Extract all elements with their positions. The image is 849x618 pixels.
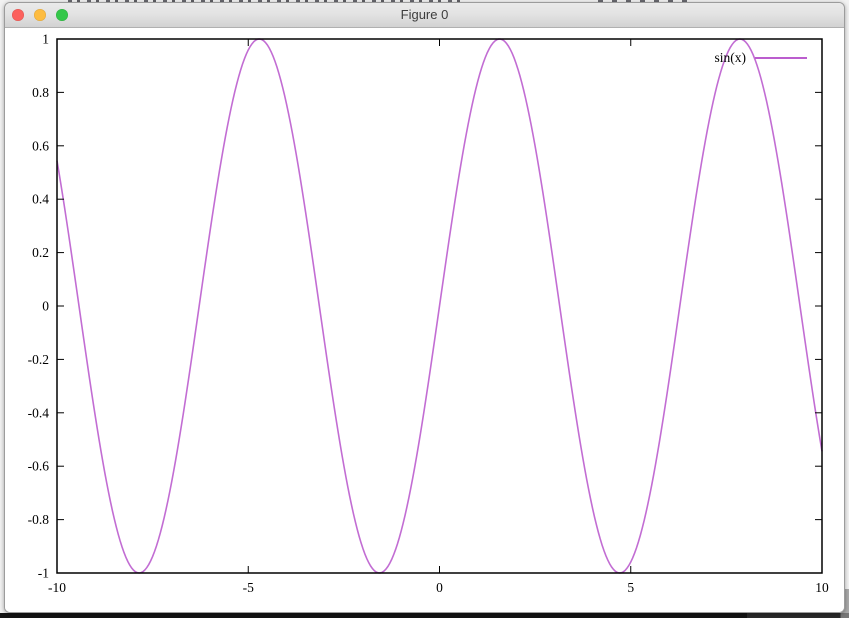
y-tick-label: -1: [38, 566, 49, 581]
y-tick-label: 0.6: [32, 138, 49, 153]
y-tick-label: 1: [42, 32, 49, 47]
legend-label: sin(x): [715, 50, 747, 66]
y-tick-label: 0.8: [32, 85, 49, 100]
series-curve: [57, 39, 822, 573]
y-tick-label: 0: [42, 299, 49, 314]
x-tick-label: 5: [627, 580, 634, 595]
y-tick-label: -0.2: [28, 352, 49, 367]
window-title: Figure 0: [5, 3, 844, 27]
y-tick-label: -0.6: [28, 459, 50, 474]
x-tick-label: 10: [815, 580, 829, 595]
legend-line-sample: [755, 57, 807, 59]
y-tick-label: 0.4: [32, 192, 49, 207]
y-tick-label: -0.8: [28, 512, 50, 527]
plot-svg: -10 -5 0 5 10 -1 -0.8 -0.6 -0.4 -0.2 0 0.2 0.4 0.6 0.8…: [5, 28, 844, 613]
x-tick-label: -5: [243, 580, 254, 595]
figure-window: Figure 0 -10 -5 0 5 10 -1 -0.8 -0.6 -0.4 -0.2 0 0.2…: [4, 2, 845, 613]
x-tick-label: 0: [436, 580, 443, 595]
plot-canvas[interactable]: -10 -5 0 5 10 -1 -0.8 -0.6 -0.4 -0.2 0 0.2 0.4 0.6 0.8…: [5, 28, 844, 612]
screen: Figure 0 -10 -5 0 5 10 -1 -0.8 -0.6 -0.4 -0.2 0 0.2…: [0, 0, 849, 618]
background-window-edge: [0, 613, 849, 618]
legend: sin(x): [715, 50, 808, 66]
y-tick-label: 0.2: [32, 245, 49, 260]
titlebar[interactable]: Figure 0: [5, 3, 844, 28]
x-tick-label: -10: [48, 580, 66, 595]
y-tick-label: -0.4: [28, 405, 50, 420]
